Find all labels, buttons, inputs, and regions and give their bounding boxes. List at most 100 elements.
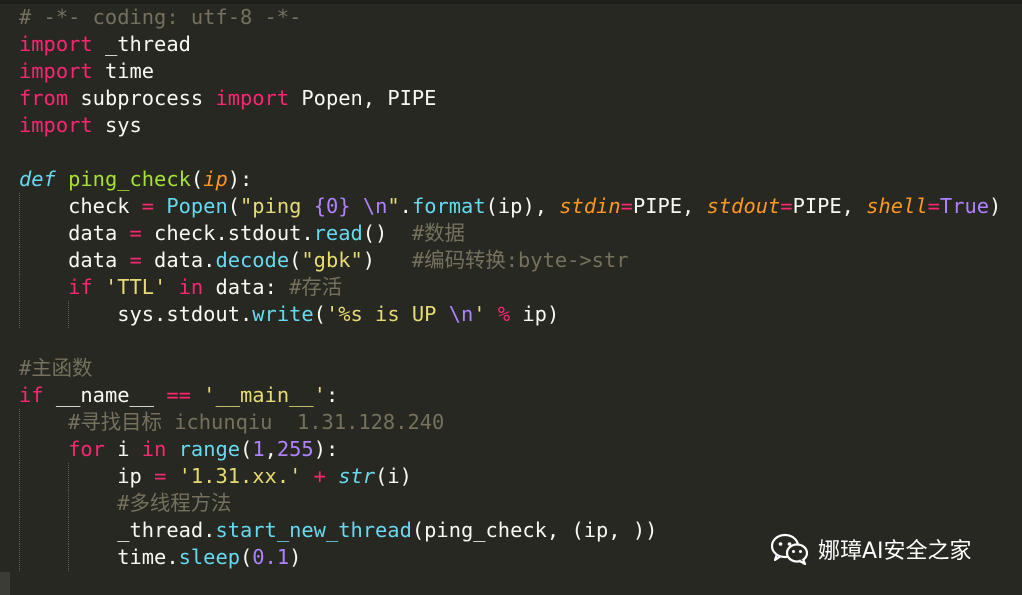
code-token: data xyxy=(68,248,130,272)
code-token: subprocess xyxy=(68,86,216,110)
code-token: start_new_thread xyxy=(215,518,412,542)
indent-guide xyxy=(19,301,21,328)
code-token: ): xyxy=(313,437,339,461)
code-line: ip = '1.31.xx.' + str(i) xyxy=(0,463,1001,490)
code-token: = xyxy=(620,194,633,218)
code-token: stdout xyxy=(706,194,781,218)
code-line: #寻找目标 ichunqiu 1.31.128.240 xyxy=(0,409,1001,436)
code-token: ( xyxy=(289,248,302,272)
code-token: import xyxy=(19,59,93,83)
code-token: PIPE, xyxy=(792,194,867,218)
code-token: ) xyxy=(289,545,302,569)
code-token: = xyxy=(129,248,142,272)
code-token: if xyxy=(68,275,93,299)
code-token: time. xyxy=(117,545,179,569)
code-token: sys xyxy=(92,113,142,137)
indent-guide xyxy=(19,517,21,544)
code-token: '__main__' xyxy=(203,383,326,407)
code-token: #编码转换:byte->str xyxy=(411,248,629,272)
code-line: data = check.stdout.read() #数据 xyxy=(0,220,1001,247)
code-area[interactable]: # -*- coding: utf-8 -*- import _thread imp… xyxy=(0,4,1001,571)
code-line: for i in range(1,255): xyxy=(0,436,1001,463)
code-token: 'TTL' xyxy=(104,275,167,299)
indent-guide xyxy=(19,544,21,571)
code-token: = xyxy=(141,194,155,218)
code-token: ( xyxy=(313,302,326,326)
code-line: import time xyxy=(0,58,1001,85)
indent-guide xyxy=(68,463,70,490)
code-token: def xyxy=(19,167,56,191)
code-token: Popen, PIPE xyxy=(289,86,437,110)
code-line: data = data.decode("gbk") #编码转换:byte->st… xyxy=(0,247,1001,274)
code-token: # -*- coding: utf-8 -*- xyxy=(19,5,302,29)
code-token: . xyxy=(399,194,412,218)
code-token: (i) xyxy=(375,464,412,488)
code-line: # -*- coding: utf-8 -*- xyxy=(0,4,1001,31)
code-line: check = Popen("ping {0} \n".format(ip), … xyxy=(0,193,1001,220)
code-token: PIPE, xyxy=(632,194,707,218)
code-token: (ip), xyxy=(485,194,560,218)
code-token: range xyxy=(178,437,241,461)
code-token: {0} xyxy=(313,194,351,218)
code-line: import _thread xyxy=(0,31,1001,58)
indent-guide xyxy=(19,274,21,301)
indent-guide xyxy=(68,544,70,571)
code-token: shell xyxy=(866,194,928,218)
indent-guide xyxy=(68,517,70,544)
indent-guide xyxy=(68,490,70,517)
indent-guide xyxy=(19,490,21,517)
code-token: (ping_check, (ip, )) xyxy=(411,518,658,542)
code-token: "ping xyxy=(240,194,314,218)
code-line: sys.stdout.write('%s is UP \n' % ip) xyxy=(0,301,1001,328)
code-token: import xyxy=(19,32,93,56)
indent-guide xyxy=(68,301,70,328)
code-token: True xyxy=(939,194,990,218)
code-line: from subprocess import Popen, PIPE xyxy=(0,85,1001,112)
code-token: ) xyxy=(362,248,412,272)
code-token: () xyxy=(362,221,412,245)
code-token: for xyxy=(68,437,105,461)
code-token: 1 xyxy=(252,437,265,461)
indent-guide xyxy=(19,409,21,436)
code-token: decode xyxy=(215,248,290,272)
code-token: time xyxy=(92,59,155,83)
code-token: ): xyxy=(227,167,253,191)
code-line: #主函数 xyxy=(0,355,1001,382)
code-token: data xyxy=(68,221,130,245)
code-token: ( xyxy=(227,194,241,218)
code-token: in xyxy=(178,275,204,299)
code-token: import xyxy=(19,113,93,137)
indent-guide xyxy=(19,220,21,247)
code-token: data. xyxy=(141,248,216,272)
code-token: read xyxy=(313,221,363,245)
code-token: + xyxy=(313,464,326,488)
code-token: ( xyxy=(240,545,253,569)
code-token: '1.31.xx.' xyxy=(178,464,302,488)
code-token: import xyxy=(215,86,290,110)
code-token: = xyxy=(927,194,940,218)
code-token: '%s is UP xyxy=(325,302,449,326)
code-editor[interactable]: # -*- coding: utf-8 -*- import _thread imp… xyxy=(0,0,1022,595)
code-token: #多线程方法 xyxy=(117,491,232,515)
code-token: ip xyxy=(203,167,228,191)
code-token: : xyxy=(325,383,339,407)
code-token: ( xyxy=(190,167,204,191)
code-token: stdin xyxy=(559,194,621,218)
code-token: ping_check xyxy=(68,167,191,191)
code-token: = xyxy=(129,221,142,245)
code-token: "gbk" xyxy=(301,248,363,272)
wechat-icon xyxy=(770,533,809,565)
watermark-text: 娜璋AI安全之家 xyxy=(818,539,972,564)
